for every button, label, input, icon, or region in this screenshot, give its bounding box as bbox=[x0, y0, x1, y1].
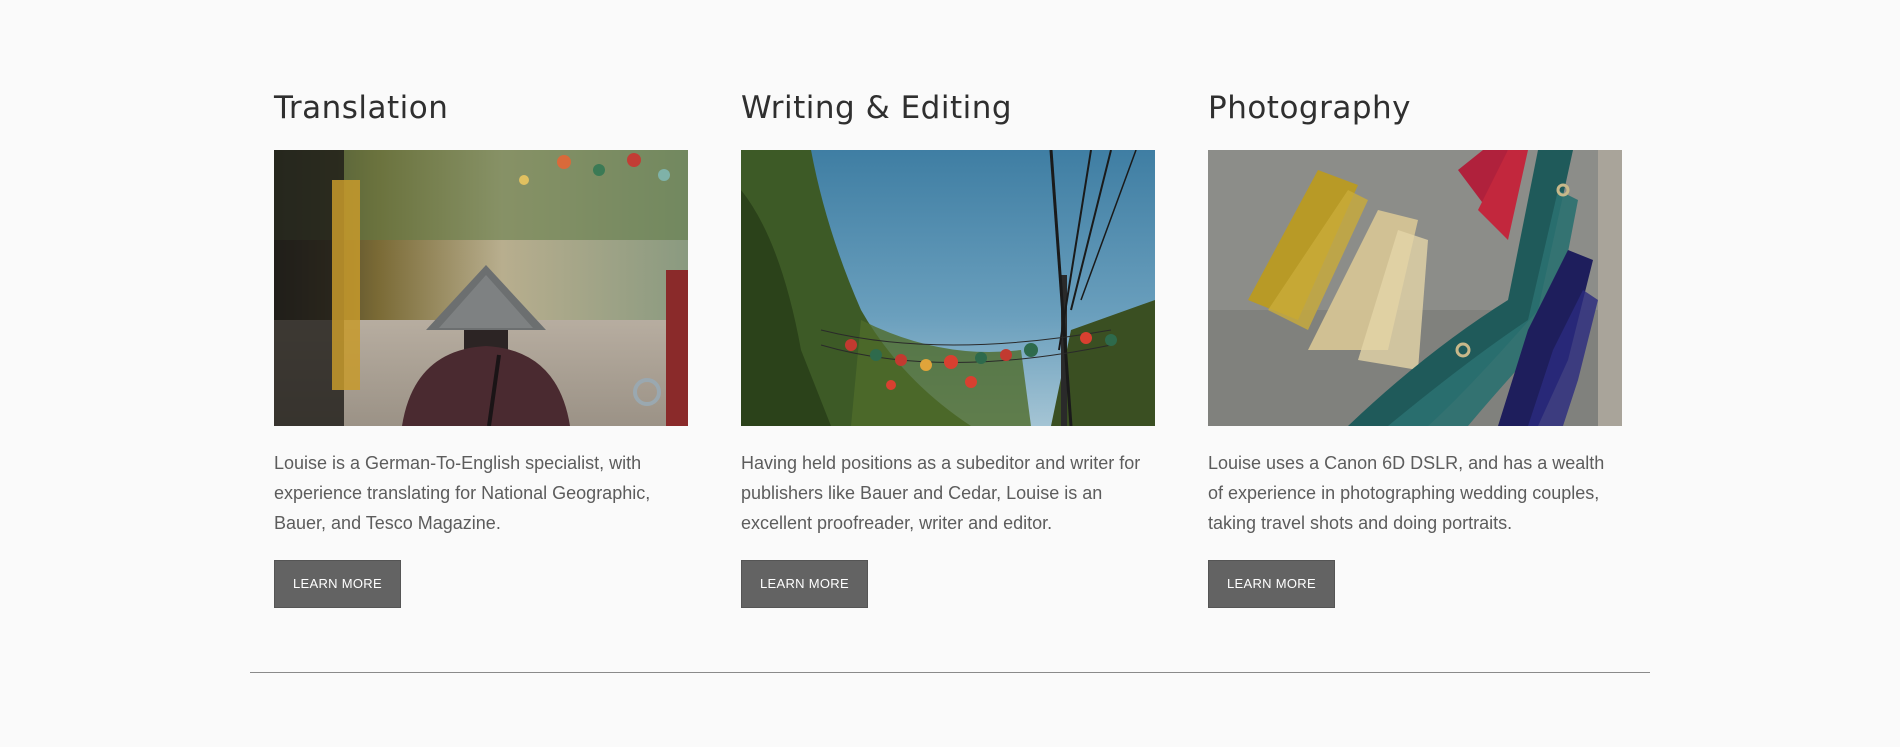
service-description: Louise is a German-To-English specialist… bbox=[274, 453, 651, 533]
writing-photo bbox=[741, 150, 1155, 426]
learn-more-button[interactable]: LEARN MORE bbox=[1208, 560, 1335, 608]
section-divider bbox=[250, 672, 1650, 673]
learn-more-button[interactable]: LEARN MORE bbox=[741, 560, 868, 608]
page: Translation Louise is a German-To-Englis… bbox=[0, 0, 1900, 747]
translation-photo bbox=[274, 150, 688, 426]
learn-more-button[interactable]: LEARN MORE bbox=[274, 560, 401, 608]
service-card-photography: Photography Louise uses a Canon 6D DSLR,… bbox=[1208, 84, 1622, 608]
service-card-writing-editing: Writing & Editing Having held positions … bbox=[741, 84, 1155, 608]
service-title: Photography bbox=[1208, 90, 1412, 126]
service-card-translation: Translation Louise is a German-To-Englis… bbox=[274, 84, 688, 608]
service-description: Having held positions as a subeditor and… bbox=[741, 453, 1141, 533]
services-section: Translation Louise is a German-To-Englis… bbox=[274, 84, 1624, 608]
service-title: Translation bbox=[274, 90, 449, 126]
service-description: Louise uses a Canon 6D DSLR, and has a w… bbox=[1208, 453, 1605, 533]
service-title: Writing & Editing bbox=[741, 90, 1013, 126]
photography-photo bbox=[1208, 150, 1622, 426]
